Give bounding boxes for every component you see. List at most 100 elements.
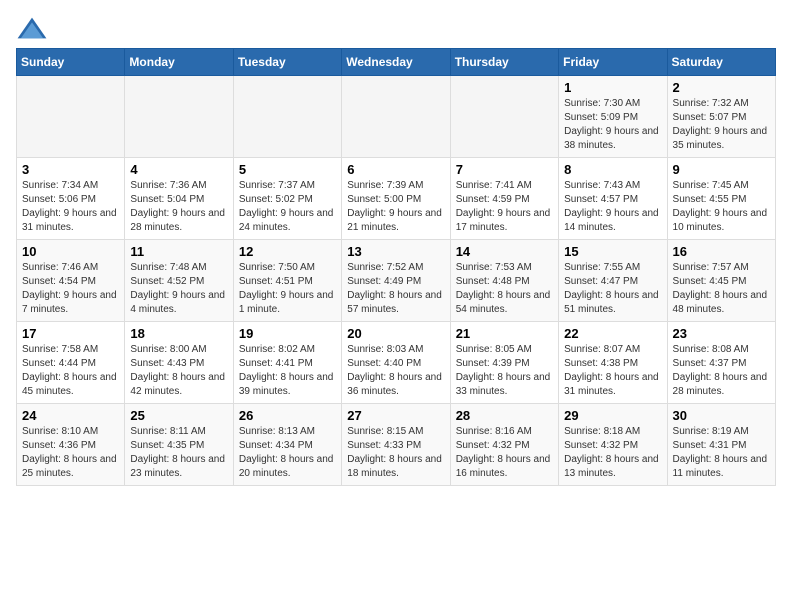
day-cell: 2 Sunrise: 7:32 AM Sunset: 5:07 PM Daylig… xyxy=(667,76,775,158)
day-info: Sunrise: 7:52 AM Sunset: 4:49 PM Dayligh… xyxy=(347,261,444,317)
logo-icon xyxy=(16,16,48,40)
day-cell: 22 Sunrise: 8:07 AM Sunset: 4:38 PM Dayli… xyxy=(559,322,667,404)
day-info: Sunrise: 7:36 AM Sunset: 5:04 PM Dayligh… xyxy=(130,179,227,235)
day-info: Sunrise: 8:02 AM Sunset: 4:41 PM Dayligh… xyxy=(239,343,336,399)
day-number: 6 xyxy=(347,162,444,177)
day-cell: 26 Sunrise: 8:13 AM Sunset: 4:34 PM Dayli… xyxy=(233,404,341,486)
day-info: Sunrise: 7:53 AM Sunset: 4:48 PM Dayligh… xyxy=(456,261,553,317)
week-row-4: 24 Sunrise: 8:10 AM Sunset: 4:36 PM Dayli… xyxy=(17,404,776,486)
day-info: Sunrise: 8:08 AM Sunset: 4:37 PM Dayligh… xyxy=(673,343,770,399)
day-number: 24 xyxy=(22,408,119,423)
day-number: 19 xyxy=(239,326,336,341)
weekday-header-tuesday: Tuesday xyxy=(233,49,341,76)
day-cell: 29 Sunrise: 8:18 AM Sunset: 4:32 PM Dayli… xyxy=(559,404,667,486)
logo xyxy=(16,16,52,40)
day-number: 20 xyxy=(347,326,444,341)
day-info: Sunrise: 7:37 AM Sunset: 5:02 PM Dayligh… xyxy=(239,179,336,235)
day-info: Sunrise: 8:00 AM Sunset: 4:43 PM Dayligh… xyxy=(130,343,227,399)
day-number: 1 xyxy=(564,80,661,95)
day-cell: 17 Sunrise: 7:58 AM Sunset: 4:44 PM Dayli… xyxy=(17,322,125,404)
calendar-header: SundayMondayTuesdayWednesdayThursdayFrid… xyxy=(17,49,776,76)
day-number: 15 xyxy=(564,244,661,259)
day-cell: 20 Sunrise: 8:03 AM Sunset: 4:40 PM Dayli… xyxy=(342,322,450,404)
day-cell: 4 Sunrise: 7:36 AM Sunset: 5:04 PM Daylig… xyxy=(125,158,233,240)
day-info: Sunrise: 7:58 AM Sunset: 4:44 PM Dayligh… xyxy=(22,343,119,399)
day-info: Sunrise: 7:45 AM Sunset: 4:55 PM Dayligh… xyxy=(673,179,770,235)
calendar-table: SundayMondayTuesdayWednesdayThursdayFrid… xyxy=(16,48,776,486)
weekday-header-sunday: Sunday xyxy=(17,49,125,76)
day-info: Sunrise: 7:39 AM Sunset: 5:00 PM Dayligh… xyxy=(347,179,444,235)
day-cell: 27Sunrise: 8:15 AM Sunset: 4:33 PM Dayli… xyxy=(342,404,450,486)
day-cell: 1 Sunrise: 7:30 AM Sunset: 5:09 PM Daylig… xyxy=(559,76,667,158)
day-cell: 8Sunrise: 7:43 AM Sunset: 4:57 PM Daylig… xyxy=(559,158,667,240)
day-info: Sunrise: 7:50 AM Sunset: 4:51 PM Dayligh… xyxy=(239,261,336,317)
weekday-header-wednesday: Wednesday xyxy=(342,49,450,76)
week-row-3: 17 Sunrise: 7:58 AM Sunset: 4:44 PM Dayli… xyxy=(17,322,776,404)
day-info: Sunrise: 8:07 AM Sunset: 4:38 PM Dayligh… xyxy=(564,343,661,399)
day-number: 29 xyxy=(564,408,661,423)
day-number: 30 xyxy=(673,408,770,423)
day-number: 17 xyxy=(22,326,119,341)
weekday-header-friday: Friday xyxy=(559,49,667,76)
day-cell xyxy=(17,76,125,158)
day-info: Sunrise: 7:46 AM Sunset: 4:54 PM Dayligh… xyxy=(22,261,119,317)
day-cell: 25 Sunrise: 8:11 AM Sunset: 4:35 PM Dayli… xyxy=(125,404,233,486)
day-info: Sunrise: 7:30 AM Sunset: 5:09 PM Dayligh… xyxy=(564,97,661,153)
day-number: 25 xyxy=(130,408,227,423)
day-cell: 19 Sunrise: 8:02 AM Sunset: 4:41 PM Dayli… xyxy=(233,322,341,404)
day-cell: 5 Sunrise: 7:37 AM Sunset: 5:02 PM Daylig… xyxy=(233,158,341,240)
day-cell: 15 Sunrise: 7:55 AM Sunset: 4:47 PM Dayli… xyxy=(559,240,667,322)
day-number: 7 xyxy=(456,162,553,177)
day-cell: 28 Sunrise: 8:16 AM Sunset: 4:32 PM Dayli… xyxy=(450,404,558,486)
day-cell: 6 Sunrise: 7:39 AM Sunset: 5:00 PM Daylig… xyxy=(342,158,450,240)
day-cell: 10 Sunrise: 7:46 AM Sunset: 4:54 PM Dayli… xyxy=(17,240,125,322)
day-info: Sunrise: 8:16 AM Sunset: 4:32 PM Dayligh… xyxy=(456,425,553,481)
day-info: Sunrise: 8:03 AM Sunset: 4:40 PM Dayligh… xyxy=(347,343,444,399)
day-number: 4 xyxy=(130,162,227,177)
day-cell: 12Sunrise: 7:50 AM Sunset: 4:51 PM Dayli… xyxy=(233,240,341,322)
day-number: 13 xyxy=(347,244,444,259)
day-info: Sunrise: 7:32 AM Sunset: 5:07 PM Dayligh… xyxy=(673,97,770,153)
day-cell: 13 Sunrise: 7:52 AM Sunset: 4:49 PM Dayli… xyxy=(342,240,450,322)
day-number: 22 xyxy=(564,326,661,341)
day-info: Sunrise: 8:19 AM Sunset: 4:31 PM Dayligh… xyxy=(673,425,770,481)
day-info: Sunrise: 8:18 AM Sunset: 4:32 PM Dayligh… xyxy=(564,425,661,481)
page-header xyxy=(16,16,776,40)
day-number: 18 xyxy=(130,326,227,341)
day-info: Sunrise: 7:43 AM Sunset: 4:57 PM Dayligh… xyxy=(564,179,661,235)
calendar-body: 1 Sunrise: 7:30 AM Sunset: 5:09 PM Daylig… xyxy=(17,76,776,486)
weekday-header-saturday: Saturday xyxy=(667,49,775,76)
day-info: Sunrise: 8:10 AM Sunset: 4:36 PM Dayligh… xyxy=(22,425,119,481)
day-cell xyxy=(233,76,341,158)
day-info: Sunrise: 8:13 AM Sunset: 4:34 PM Dayligh… xyxy=(239,425,336,481)
day-number: 27 xyxy=(347,408,444,423)
day-cell: 23 Sunrise: 8:08 AM Sunset: 4:37 PM Dayli… xyxy=(667,322,775,404)
day-cell: 7 Sunrise: 7:41 AM Sunset: 4:59 PM Daylig… xyxy=(450,158,558,240)
day-cell xyxy=(450,76,558,158)
day-number: 10 xyxy=(22,244,119,259)
day-info: Sunrise: 7:41 AM Sunset: 4:59 PM Dayligh… xyxy=(456,179,553,235)
day-number: 9 xyxy=(673,162,770,177)
day-number: 16 xyxy=(673,244,770,259)
day-number: 3 xyxy=(22,162,119,177)
week-row-1: 3 Sunrise: 7:34 AM Sunset: 5:06 PM Daylig… xyxy=(17,158,776,240)
day-cell: 30 Sunrise: 8:19 AM Sunset: 4:31 PM Dayli… xyxy=(667,404,775,486)
day-info: Sunrise: 7:34 AM Sunset: 5:06 PM Dayligh… xyxy=(22,179,119,235)
weekday-header-monday: Monday xyxy=(125,49,233,76)
weekday-row: SundayMondayTuesdayWednesdayThursdayFrid… xyxy=(17,49,776,76)
week-row-2: 10 Sunrise: 7:46 AM Sunset: 4:54 PM Dayli… xyxy=(17,240,776,322)
day-number: 28 xyxy=(456,408,553,423)
day-number: 2 xyxy=(673,80,770,95)
day-cell: 11Sunrise: 7:48 AM Sunset: 4:52 PM Dayli… xyxy=(125,240,233,322)
day-number: 23 xyxy=(673,326,770,341)
day-info: Sunrise: 7:55 AM Sunset: 4:47 PM Dayligh… xyxy=(564,261,661,317)
day-info: Sunrise: 8:11 AM Sunset: 4:35 PM Dayligh… xyxy=(130,425,227,481)
day-number: 26 xyxy=(239,408,336,423)
day-cell: 3 Sunrise: 7:34 AM Sunset: 5:06 PM Daylig… xyxy=(17,158,125,240)
day-number: 5 xyxy=(239,162,336,177)
day-cell xyxy=(342,76,450,158)
day-info: Sunrise: 7:48 AM Sunset: 4:52 PM Dayligh… xyxy=(130,261,227,317)
day-cell: 18 Sunrise: 8:00 AM Sunset: 4:43 PM Dayli… xyxy=(125,322,233,404)
day-cell: 9 Sunrise: 7:45 AM Sunset: 4:55 PM Daylig… xyxy=(667,158,775,240)
day-number: 14 xyxy=(456,244,553,259)
